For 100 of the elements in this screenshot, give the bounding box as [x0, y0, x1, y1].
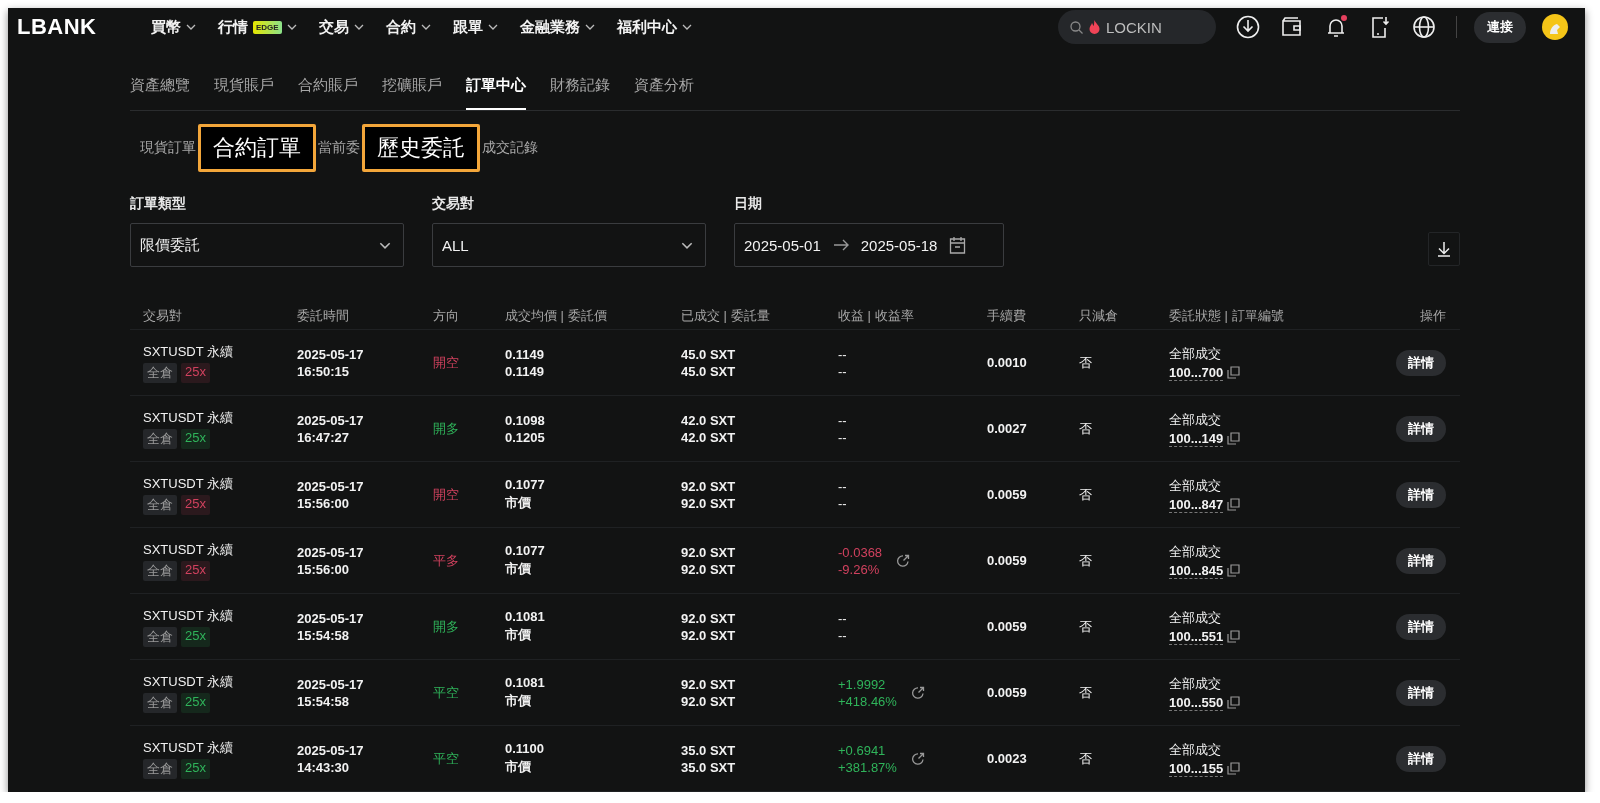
- copy-icon[interactable]: [1227, 432, 1241, 445]
- avatar-icon[interactable]: [1542, 14, 1568, 40]
- reduce-only-value: 否: [1079, 353, 1093, 372]
- connect-button[interactable]: 連接: [1474, 11, 1526, 43]
- nav-menu[interactable]: 跟單: [452, 17, 498, 37]
- nav-menu[interactable]: 福利中心: [616, 17, 692, 37]
- dropdown[interactable]: 限價委託: [130, 223, 404, 267]
- copy-icon[interactable]: [1227, 630, 1241, 643]
- tab[interactable]: 合約賬戶: [298, 76, 358, 110]
- date-range-field[interactable]: 2025-05-01 2025-05-18: [734, 223, 1004, 267]
- field-label: 交易對: [432, 195, 475, 213]
- pair-name: SXTUSDT 永續: [143, 408, 234, 427]
- reduce-only-value: 否: [1079, 617, 1093, 636]
- margin-tag: 全倉: [143, 362, 177, 383]
- tab[interactable]: 訂單中心: [466, 76, 526, 110]
- share-icon[interactable]: [910, 751, 925, 766]
- pair-name: SXTUSDT 永續: [143, 672, 234, 691]
- average-price: 0.1100: [505, 741, 545, 756]
- order-amount: 35.0 SXT: [681, 759, 736, 775]
- tab[interactable]: 現貨賬戶: [214, 76, 274, 110]
- logo[interactable]: LBANK: [17, 14, 151, 40]
- order-time: 15:54:58: [297, 627, 350, 643]
- average-price: 0.1077: [505, 477, 545, 492]
- tab[interactable]: 歷史委託: [362, 124, 480, 172]
- nav-menu[interactable]: 行情 EDGE: [218, 17, 297, 37]
- order-id[interactable]: 100...847: [1169, 496, 1224, 513]
- order-date: 2025-05-17: [297, 544, 364, 560]
- leverage-tag: 25x: [181, 362, 210, 383]
- order-id[interactable]: 100...550: [1169, 694, 1224, 711]
- arrow-right-icon: [832, 239, 849, 251]
- tab[interactable]: 挖礦賬戶: [382, 76, 442, 110]
- calendar-icon[interactable]: [949, 236, 967, 254]
- chevron-down-icon: [584, 24, 595, 30]
- reduce-only-value: 否: [1079, 551, 1093, 570]
- order-id[interactable]: 100...149: [1169, 430, 1224, 447]
- nav-menu[interactable]: 金融業務: [519, 17, 595, 37]
- leverage-tag: 25x: [181, 494, 210, 515]
- details-button[interactable]: 詳情: [1396, 679, 1446, 706]
- filled-amount: 92.0 SXT: [681, 478, 736, 494]
- details-button[interactable]: 詳情: [1396, 481, 1446, 508]
- tab[interactable]: 當前委: [318, 139, 360, 157]
- tab[interactable]: 合約訂單: [198, 124, 316, 172]
- margin-tag: 全倉: [143, 494, 177, 515]
- export-button[interactable]: [1428, 232, 1460, 266]
- chevron-down-icon: [487, 24, 498, 30]
- nav-menu[interactable]: 買幣: [151, 17, 196, 37]
- details-button[interactable]: 詳情: [1396, 613, 1446, 640]
- order-time: 15:56:00: [297, 561, 350, 577]
- profit-rate: --: [838, 363, 847, 379]
- search-field[interactable]: LOCKIN: [1106, 18, 1196, 36]
- chevron-down-icon: [286, 24, 297, 30]
- tab[interactable]: 財務記錄: [550, 76, 610, 110]
- share-icon[interactable]: [896, 553, 911, 568]
- download-icon: [1437, 241, 1451, 257]
- copy-icon[interactable]: [1227, 762, 1241, 775]
- order-price: 0.1205: [505, 429, 545, 445]
- column-header: 收益 | 收益率: [838, 307, 915, 325]
- order-id[interactable]: 100...845: [1169, 562, 1224, 579]
- average-price: 0.1149: [505, 346, 545, 362]
- order-amount: 92.0 SXT: [681, 693, 736, 709]
- order-id[interactable]: 100...700: [1169, 364, 1224, 381]
- tab[interactable]: 資產總覽: [130, 76, 190, 110]
- nav-menu[interactable]: 交易: [318, 17, 364, 37]
- share-icon[interactable]: [910, 685, 925, 700]
- details-button[interactable]: 詳情: [1396, 547, 1446, 574]
- order-amount: 45.0 SXT: [681, 363, 736, 379]
- reduce-only-value: 否: [1079, 485, 1093, 504]
- column-header: 交易對: [143, 307, 183, 325]
- chevron-down-icon: [186, 24, 196, 30]
- wallet-icon[interactable]: [1280, 15, 1304, 39]
- order-id[interactable]: 100...155: [1169, 760, 1224, 777]
- margin-tag: 全倉: [143, 692, 177, 713]
- start-date[interactable]: 2025-05-01: [744, 236, 821, 254]
- margin-tag: 全倉: [143, 626, 177, 647]
- order-status: 全部成交: [1169, 542, 1221, 561]
- tab[interactable]: 現貨訂單: [140, 139, 196, 157]
- order-id[interactable]: 100...551: [1169, 628, 1224, 645]
- details-button[interactable]: 詳情: [1396, 415, 1446, 442]
- order-date: 2025-05-17: [297, 676, 364, 692]
- details-button[interactable]: 詳情: [1396, 349, 1446, 376]
- order-status: 全部成交: [1169, 476, 1221, 495]
- copy-icon[interactable]: [1227, 696, 1241, 709]
- pair-name: SXTUSDT 永續: [143, 738, 234, 757]
- pair-name: SXTUSDT 永續: [143, 342, 234, 361]
- nav-menu[interactable]: 合約: [385, 17, 431, 37]
- order-amount: 92.0 SXT: [681, 495, 736, 511]
- column-header: 手續費: [987, 307, 1027, 325]
- tab[interactable]: 資產分析: [634, 76, 694, 110]
- download-icon[interactable]: [1236, 15, 1260, 39]
- details-button[interactable]: 詳情: [1396, 745, 1446, 772]
- chevron-down-icon: [420, 24, 431, 30]
- leverage-tag: 25x: [181, 758, 210, 779]
- tab[interactable]: 成交記錄: [482, 139, 538, 157]
- end-date[interactable]: 2025-05-18: [860, 236, 938, 254]
- dropdown[interactable]: ALL: [432, 223, 706, 267]
- copy-icon[interactable]: [1227, 498, 1241, 511]
- copy-icon[interactable]: [1227, 366, 1241, 379]
- globe-icon[interactable]: [1412, 15, 1436, 39]
- copy-icon[interactable]: [1227, 564, 1241, 577]
- search-bar[interactable]: LOCKIN: [1058, 10, 1216, 44]
